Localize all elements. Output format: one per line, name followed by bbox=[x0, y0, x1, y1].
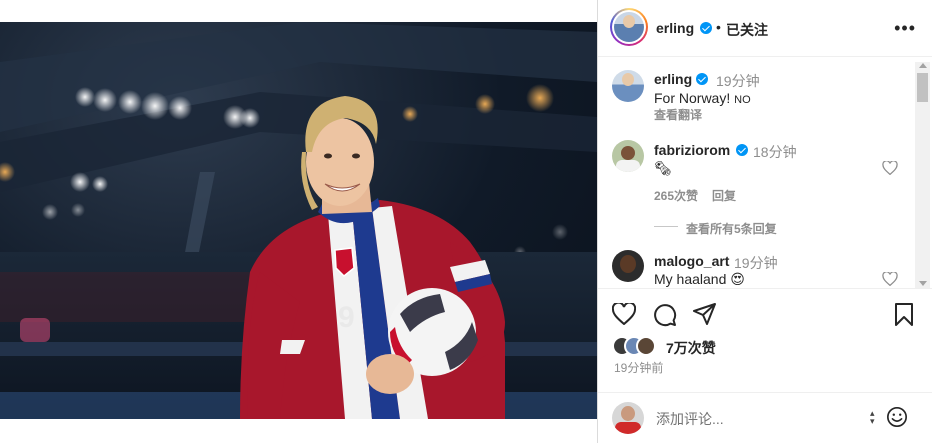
post-actions: 7万次赞 19分钟前 bbox=[598, 288, 932, 392]
left-bottom-padding bbox=[0, 419, 597, 443]
current-user-avatar-shirt bbox=[615, 422, 641, 434]
author-avatar[interactable] bbox=[610, 8, 648, 46]
current-user-avatar-head bbox=[621, 406, 635, 421]
verified-icon bbox=[736, 144, 748, 156]
photo-illustration: 9 bbox=[0, 22, 597, 419]
post-photo[interactable]: 9 bbox=[0, 22, 597, 419]
reply-button[interactable]: 回复 bbox=[712, 187, 736, 204]
comment-text: My haaland 😍 bbox=[654, 271, 745, 288]
svg-text:9: 9 bbox=[338, 301, 355, 334]
comment-composer: ▴▾ bbox=[598, 392, 932, 443]
input-spinner-icon[interactable]: ▴ ▾ bbox=[870, 409, 875, 426]
heart-icon[interactable] bbox=[612, 303, 636, 325]
caption-username[interactable]: erling bbox=[654, 71, 692, 87]
comment-username[interactable]: malogo_art bbox=[654, 253, 729, 269]
author-username[interactable]: erling bbox=[656, 20, 694, 36]
caption-time[interactable]: 19分钟 bbox=[716, 71, 760, 91]
scroll-down-arrow-icon[interactable] bbox=[919, 281, 927, 286]
comment-like-heart-icon[interactable] bbox=[882, 161, 898, 175]
comment-icon[interactable] bbox=[653, 303, 677, 327]
comment-input[interactable] bbox=[656, 409, 856, 429]
comment-avatar-head bbox=[621, 146, 635, 160]
verified-icon bbox=[700, 22, 712, 34]
current-user-avatar[interactable] bbox=[612, 402, 644, 434]
replies-line bbox=[654, 226, 678, 227]
comment-avatar-shirt bbox=[616, 160, 640, 172]
verified-icon bbox=[696, 73, 708, 85]
caption-text: For Norway! NO bbox=[654, 90, 751, 106]
comment-avatar[interactable] bbox=[612, 140, 644, 172]
instagram-post-view: 9 erling • 已关注 ••• erling 19分钟 For Norwa… bbox=[0, 0, 932, 443]
comment-text: 🗞 bbox=[654, 160, 672, 176]
emoji-heart-eyes: 😍 bbox=[730, 271, 745, 287]
comment-likes-count[interactable]: 265次赞 bbox=[654, 187, 698, 204]
post-time[interactable]: 19分钟前 bbox=[614, 359, 663, 376]
comment-like-heart-icon[interactable] bbox=[882, 272, 898, 286]
likes-count[interactable]: 7万次赞 bbox=[666, 338, 716, 358]
comment-text-body: My haaland bbox=[654, 271, 731, 287]
post-header: erling • 已关注 ••• bbox=[598, 0, 932, 57]
bookmark-icon[interactable] bbox=[894, 303, 914, 326]
smiley-icon[interactable] bbox=[886, 406, 908, 428]
left-top-padding bbox=[0, 0, 597, 22]
see-translation-link[interactable]: 查看翻译 bbox=[654, 106, 702, 123]
more-options-icon[interactable]: ••• bbox=[894, 18, 916, 39]
scroll-up-arrow-icon[interactable] bbox=[919, 63, 927, 68]
post-sidebar: erling • 已关注 ••• erling 19分钟 For Norway!… bbox=[598, 0, 932, 443]
caption-avatar[interactable] bbox=[612, 70, 644, 102]
view-replies-button[interactable]: 查看所有5条回复 bbox=[686, 220, 777, 237]
comment-avatar[interactable] bbox=[612, 250, 644, 282]
comments-list[interactable]: erling 19分钟 For Norway! NO 查看翻译 fabrizio… bbox=[598, 58, 932, 288]
caption-avatar-head bbox=[622, 73, 634, 86]
comment-avatar-head bbox=[620, 255, 636, 273]
comment-username-text: malogo_art bbox=[654, 253, 730, 269]
avatar-frame bbox=[612, 10, 646, 44]
liker-avatar[interactable] bbox=[636, 336, 656, 356]
comments-scrollbar[interactable] bbox=[915, 62, 930, 288]
avatar-head bbox=[623, 15, 635, 28]
comment-time[interactable]: 19分钟 bbox=[734, 253, 778, 273]
scrollbar-thumb[interactable] bbox=[917, 73, 928, 102]
paper-plane-icon[interactable] bbox=[693, 303, 717, 325]
follow-button[interactable]: 已关注 bbox=[726, 20, 768, 40]
norway-flag-text: NO bbox=[734, 94, 751, 106]
comment-time[interactable]: 18分钟 bbox=[753, 142, 797, 162]
separator-dot: • bbox=[716, 19, 721, 35]
caption-text-body: For Norway! bbox=[654, 90, 735, 106]
avatar-image bbox=[614, 12, 644, 42]
comment-username[interactable]: fabriziorom bbox=[654, 142, 730, 158]
